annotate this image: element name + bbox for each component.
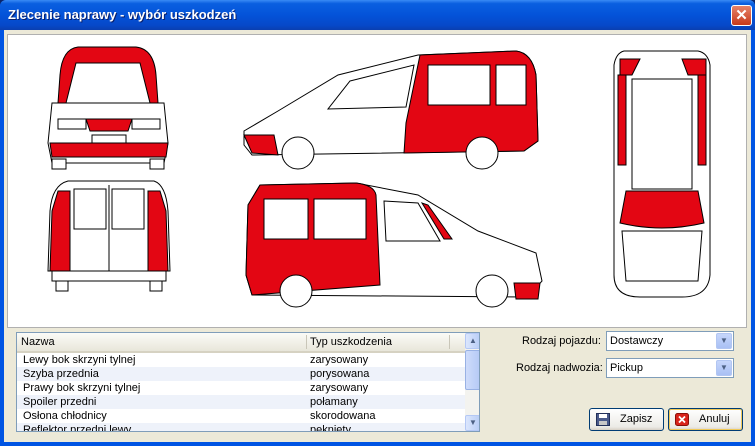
front-wheel-right [149,158,165,170]
rear-wheel-left [55,280,69,292]
top-cargo-side-right[interactable] [697,74,707,166]
column-separator[interactable] [306,335,307,349]
body-type-label: Rodzaj nadwozia: [516,362,603,374]
scroll-down-button[interactable]: ▼ [465,415,479,431]
side-view-left [243,50,539,170]
dialog-body: Nazwa Typ uszkodzenia Lewy bok skrzyni t… [4,30,751,442]
damage-name: Reflektor przedni lewy [23,424,132,432]
top-view [613,50,711,298]
damage-row[interactable]: Osłona chłodnicy skorodowana [17,409,465,423]
top-cargo-bed [631,78,693,190]
front-headlight-right[interactable] [131,118,161,130]
top-windshield[interactable] [619,190,705,229]
damage-list[interactable]: Nazwa Typ uszkodzenia Lewy bok skrzyni t… [16,332,480,432]
side-right-cargo-window [263,198,309,240]
floppy-disk-icon [596,413,610,426]
body-type-value: Pickup [610,362,644,374]
damage-name: Lewy bok skrzyni tylnej [23,354,136,366]
rear-view [47,180,171,292]
cancel-button-label: Anuluj [699,413,730,425]
damage-list-header: Nazwa Typ uszkodzenia [17,333,465,353]
damage-row[interactable]: Lewy bok skrzyni tylnej zarysowany [17,353,465,367]
scroll-up-button[interactable]: ▲ [465,333,479,349]
top-hood [621,230,703,282]
side-right-rear-window [313,198,367,240]
damage-row[interactable]: Prawy bok skrzyni tylnej zarysowany [17,381,465,395]
rear-window-right [111,188,145,230]
damage-type: pęknięty [310,424,351,432]
body-type-select[interactable]: Pickup ▼ [606,358,734,378]
damage-type: zarysowany [310,382,369,394]
chevron-up-icon: ▲ [469,336,477,345]
front-grille[interactable] [85,118,133,132]
damage-type: zarysowany [310,354,369,366]
vehicle-damage-diagram [7,34,747,328]
side-view-right [245,182,543,308]
save-button-label: Zapisz [620,413,653,425]
chevron-down-icon: ▼ [720,363,728,372]
vehicle-type-value: Dostawczy [610,335,664,347]
side-left-cargo-window [427,64,491,106]
side-left-front-wheel [281,136,315,170]
rear-window-left [73,188,107,230]
cancel-icon [675,413,689,426]
column-header-name[interactable]: Nazwa [21,336,55,348]
side-left-rear-window [495,64,527,106]
dropdown-button[interactable]: ▼ [716,333,732,349]
damage-row[interactable]: Szyba przednia porysowana [17,367,465,381]
damage-type: połamany [310,396,358,408]
front-bumper[interactable] [49,142,169,158]
window-title: Zlecenie naprawy - wybór uszkodzeń [8,7,237,22]
front-headlight-left[interactable] [57,118,87,130]
close-button[interactable]: ✕ [731,5,752,26]
dropdown-button[interactable]: ▼ [716,360,732,376]
damage-name: Osłona chłodnicy [23,410,107,422]
front-wheel-left [51,158,67,170]
front-plate [91,134,127,144]
side-right-front-wheel [475,274,509,308]
damage-list-scrollbar[interactable]: ▲ ▼ [465,333,479,431]
damage-row[interactable]: Reflektor przedni lewy pęknięty [17,423,465,432]
damage-row[interactable]: Spoiler przedni połamany [17,395,465,409]
rear-bumper[interactable] [51,270,167,282]
chevron-down-icon: ▼ [720,336,728,345]
chevron-down-icon: ▼ [469,418,477,427]
column-header-damage-type[interactable]: Typ uszkodzenia [310,336,392,348]
cancel-button[interactable]: Anuluj [668,408,743,431]
damage-name: Spoiler przedni [23,396,97,408]
vehicle-views [47,46,711,308]
rear-wheel-right [149,280,163,292]
top-cargo-side-left[interactable] [617,74,627,166]
damage-type: skorodowana [310,410,376,422]
scroll-thumb[interactable] [465,350,479,390]
vehicle-type-label: Rodzaj pojazdu: [522,335,601,347]
save-button[interactable]: Zapisz [589,408,664,431]
side-right-rear-wheel [279,274,313,308]
close-icon: ✕ [735,7,748,24]
vehicle-type-select[interactable]: Dostawczy ▼ [606,331,734,351]
column-separator[interactable] [449,335,450,349]
front-view [47,46,169,170]
damage-name: Prawy bok skrzyni tylnej [23,382,141,394]
front-windshield[interactable] [65,62,151,104]
dialog-window: Zlecenie naprawy - wybór uszkodzeń ✕ Naz… [0,0,755,446]
side-right-front-bumper[interactable] [513,282,541,300]
damage-name: Szyba przednia [23,368,99,380]
damage-type: porysowana [310,368,370,380]
side-left-rear-wheel [465,136,499,170]
title-bar[interactable]: Zlecenie naprawy - wybór uszkodzeń ✕ [0,0,755,30]
